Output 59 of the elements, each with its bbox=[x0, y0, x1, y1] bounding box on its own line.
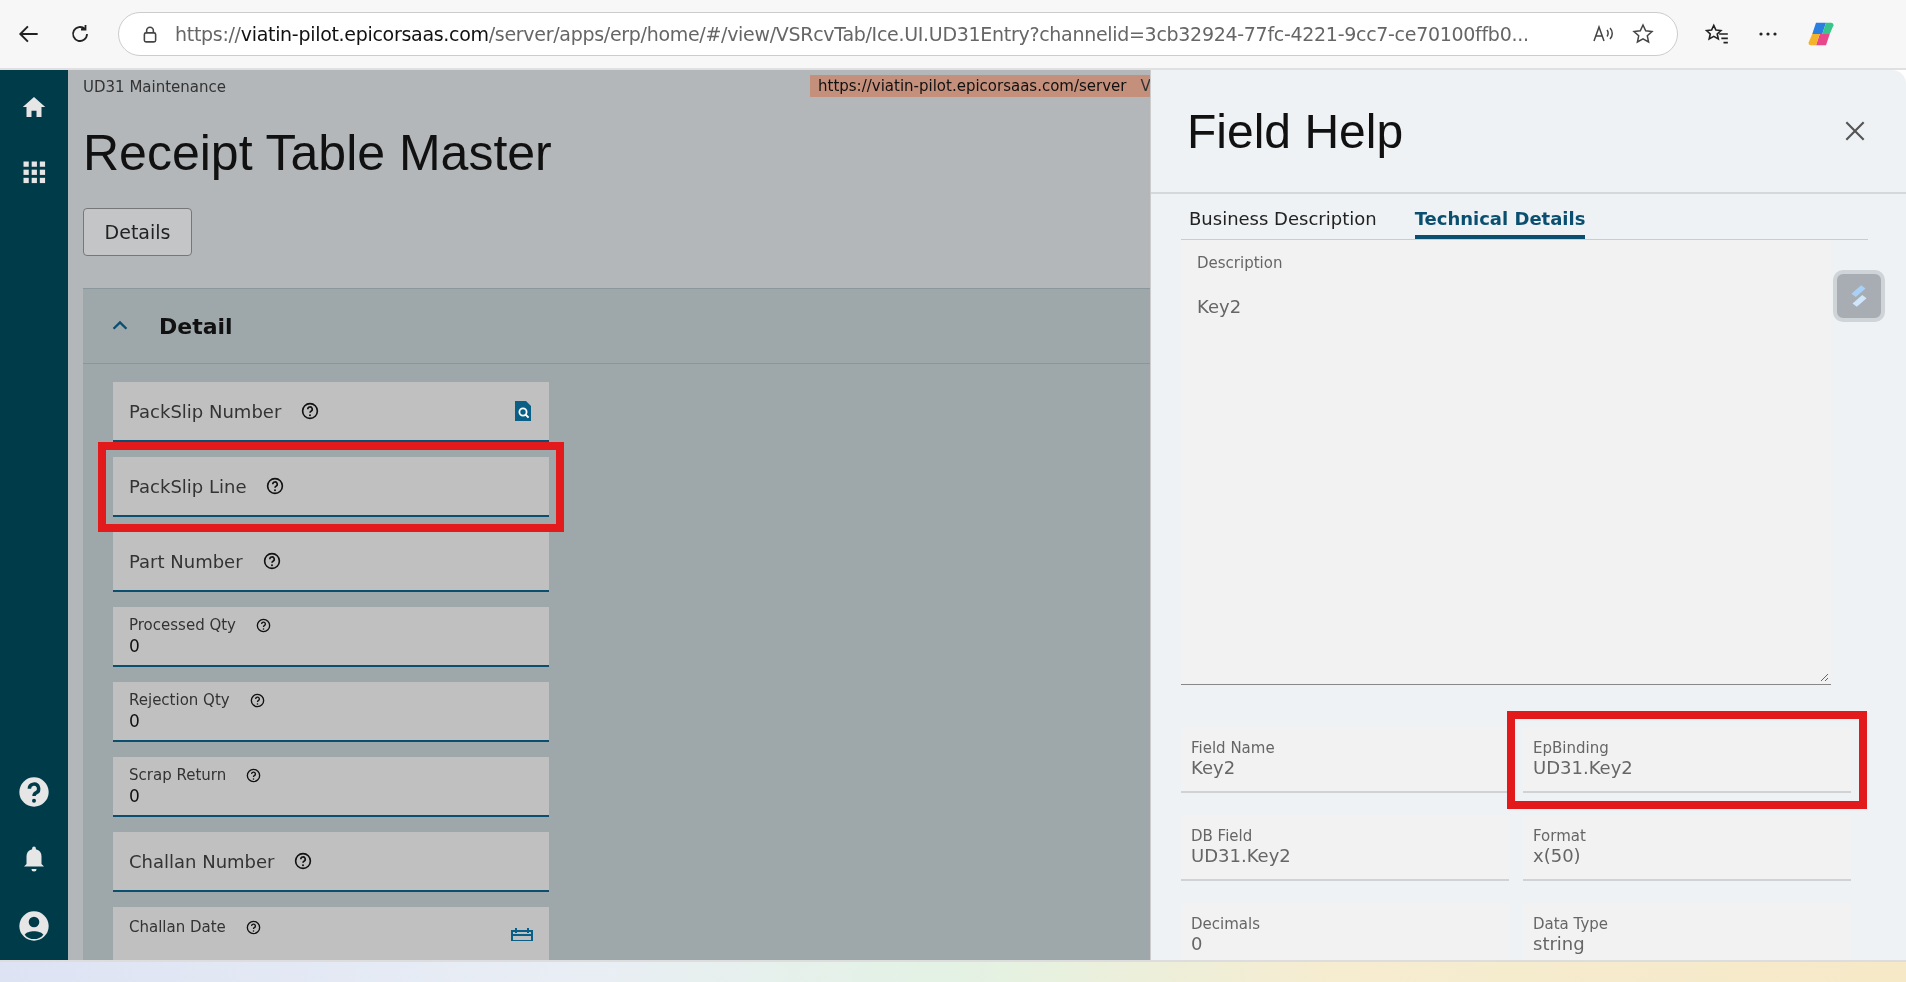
input-field[interactable]: Rejection Qty 0 bbox=[113, 682, 549, 742]
help-icon[interactable] bbox=[256, 617, 271, 633]
field-label: Rejection Qty bbox=[129, 691, 230, 709]
breadcrumb: UD31 Maintenance bbox=[83, 78, 226, 96]
field-value: Key2 bbox=[1191, 757, 1237, 778]
url-text: https://viatin-pilot.epicorsaas.com/server/apps/erp/home/#/view/VSRcvTab/Ice.UI.UD31Entry?channelid=3cb32924-77fc-4221-9cc7-ce70100ffb0... bbox=[175, 23, 1529, 45]
help-icon[interactable] bbox=[246, 767, 262, 783]
user-avatar-icon[interactable] bbox=[18, 910, 50, 942]
field-value: Key2 bbox=[1197, 296, 1243, 317]
field-label: Part Number bbox=[129, 550, 243, 572]
field-value: 0 bbox=[129, 711, 141, 731]
panel-header[interactable]: Detail bbox=[83, 289, 1150, 364]
details-button[interactable]: Details bbox=[83, 208, 192, 256]
resize-handle-icon[interactable] bbox=[1819, 672, 1829, 682]
field-value: 0 bbox=[129, 786, 141, 806]
field-value: UD31.Key2 bbox=[1533, 757, 1634, 778]
help-icon[interactable] bbox=[249, 692, 265, 708]
field-label: Challan Date bbox=[129, 918, 226, 936]
field-value: string bbox=[1533, 933, 1586, 954]
field-label: Format bbox=[1533, 827, 1587, 845]
page-title: Receipt Table Master bbox=[83, 124, 553, 182]
field-label: Processed Qty bbox=[129, 616, 236, 634]
field-label: DB Field bbox=[1191, 827, 1254, 845]
input-field[interactable]: PackSlip Line bbox=[113, 457, 549, 517]
help-icon[interactable] bbox=[245, 919, 261, 935]
field-label: EpBinding bbox=[1533, 739, 1610, 757]
field-label: Description bbox=[1197, 254, 1284, 272]
tab[interactable]: Business Description bbox=[1189, 198, 1377, 239]
field-value: x(50) bbox=[1533, 845, 1582, 866]
lock-icon[interactable] bbox=[141, 25, 159, 43]
help-icon[interactable] bbox=[301, 402, 320, 420]
input-field[interactable]: Scrap Return 0 bbox=[113, 757, 549, 817]
field-label: Decimals bbox=[1191, 915, 1261, 933]
tooltip-text: V bbox=[1140, 77, 1150, 95]
field-value: UD31.Key2 bbox=[1191, 845, 1292, 866]
input-field[interactable]: Challan Date bbox=[113, 907, 549, 960]
panel-title: Detail bbox=[159, 313, 233, 339]
address-bar[interactable]: https://viatin-pilot.epicorsaas.com/server/apps/erp/home/#/view/VSRcvTab/Ice.UI.UD31Entry?channelid=3cb32924-77fc-4221-9cc7-ce70100ffb0... bbox=[118, 12, 1678, 56]
field-label: Data Type bbox=[1533, 915, 1610, 933]
help-icon[interactable] bbox=[262, 552, 281, 570]
field-label: Field Name bbox=[1191, 739, 1276, 757]
help-icon[interactable] bbox=[18, 776, 50, 808]
input-field[interactable]: PackSlip Number bbox=[113, 382, 549, 442]
field-label: Scrap Return bbox=[129, 766, 227, 784]
help-icon[interactable] bbox=[266, 477, 285, 495]
search-document-icon[interactable] bbox=[513, 399, 533, 423]
panel-title: Field Help bbox=[1187, 103, 1404, 159]
tooltip-text: https://viatin-pilot.epicorsaas.com/server bbox=[818, 77, 1127, 95]
input-field[interactable]: Part Number bbox=[113, 532, 549, 592]
field-value: 0 bbox=[1191, 933, 1204, 954]
help-icon[interactable] bbox=[294, 852, 313, 870]
input-field[interactable]: Challan Number bbox=[113, 832, 549, 892]
star-icon[interactable] bbox=[1631, 22, 1655, 46]
field-value: 0 bbox=[129, 636, 141, 656]
field-label: PackSlip Line bbox=[129, 475, 247, 497]
calendar-icon[interactable] bbox=[511, 927, 533, 941]
field-label: PackSlip Number bbox=[129, 400, 282, 422]
field-label: Challan Number bbox=[129, 850, 275, 872]
input-field[interactable]: Processed Qty 0 bbox=[113, 607, 549, 667]
